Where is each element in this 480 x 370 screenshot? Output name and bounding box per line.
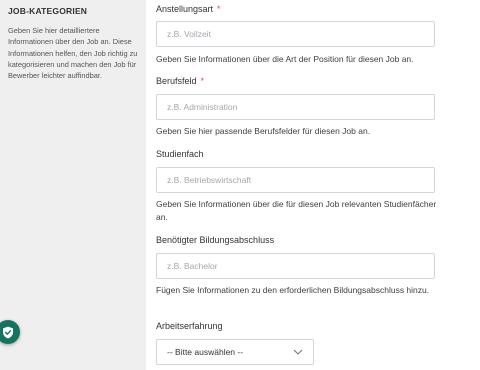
occupational-field-label: Berufsfeld * [156,76,205,86]
required-marker: * [217,4,221,14]
employment-type-label: Anstellungsart * [156,4,221,14]
required-marker: * [200,76,205,86]
experience-select-value: -- Bitte auswählen -- [167,347,244,357]
occupational-field-help: Geben Sie hier passende Berufsfelder für… [156,126,371,136]
experience-select[interactable]: -- Bitte auswählen -- [156,339,314,365]
field-of-study-label: Studienfach [156,149,204,159]
job-categories-form: Anstellungsart* Geben Sie Informationen … [156,0,476,370]
field-of-study-input[interactable] [156,167,435,193]
education-label: Benötigter Bildungsabschluss [156,235,275,245]
shield-check-icon [3,326,13,338]
chevron-down-icon [293,349,303,355]
employment-type-input[interactable] [156,21,435,47]
section-description: Geben Sie hier detailliertere Informatio… [8,26,138,81]
education-help: Fügen Sie Informationen zu den erforderl… [156,285,430,295]
occupational-field-input[interactable] [156,94,435,120]
experience-label: Arbeitserfahrung [156,321,223,331]
section-title: JOB-KATEGORIEN [8,6,88,16]
section-sidebar: JOB-KATEGORIEN Geben Sie hier detaillier… [0,0,146,370]
employment-type-help: Geben Sie Informationen über die Art der… [156,54,414,64]
education-input[interactable] [156,253,435,279]
field-of-study-help: Geben Sie Informationen über die für die… [156,199,437,222]
